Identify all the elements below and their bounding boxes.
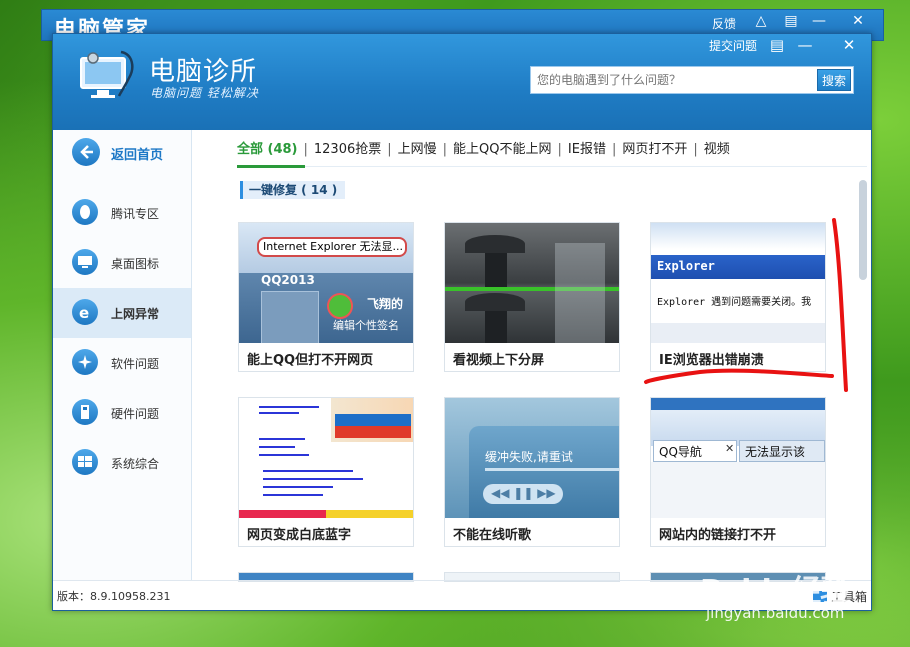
thumb-text: 无法显示该 [745, 445, 806, 459]
card-thumbnail: QQ导航 ✕ 无法显示该 [651, 398, 825, 518]
qq-penguin-icon [72, 199, 98, 225]
clinic-window: 电脑诊所 电脑问题 轻松解决 提交问题 ▤ — ✕ 搜索 返回首页 腾讯专区 [52, 33, 872, 611]
thumb-text: 缓冲失败,请重试 [485, 450, 573, 464]
sidebar-item-desktop-icons[interactable]: 桌面图标 [53, 238, 191, 288]
minimize-icon[interactable]: — [806, 13, 832, 29]
card-caption: IE浏览器出错崩溃 [659, 353, 764, 368]
feedback-link[interactable]: 反馈 [712, 15, 736, 32]
menu-icon[interactable]: ▤ [765, 36, 789, 54]
sidebar-item-label: 桌面图标 [111, 257, 160, 271]
search-button[interactable]: 搜索 [817, 69, 851, 91]
category-tabs: 全部 (48) | 12306抢票 | 上网慢 | 能上QQ不能上网 | IE报错 | 网页打不开 |… [237, 138, 730, 158]
thumb-text: Explorer 遇到问题需要关闭。我 [657, 297, 812, 308]
sidebar-item-system[interactable]: 系统综合 [53, 438, 191, 488]
fix-card-qq-no-web[interactable]: Internet Explorer 无法显... QQ2013 飞翔的 编辑个性… [238, 222, 414, 372]
app-title: 电脑诊所 [149, 57, 258, 87]
sidebar: 返回首页 腾讯专区 桌面图标 e 上网异常 软件问题 硬件问题 系统综合 [53, 130, 192, 580]
thumb-text: QQ导航 [659, 445, 702, 459]
close-icon[interactable]: ✕ [845, 13, 871, 29]
card-thumbnail: 缓冲失败,请重试 ◀◀ ❚❚ ▶▶ [445, 398, 619, 518]
tshirt-icon[interactable]: △ [748, 13, 774, 29]
ie-icon: e [72, 299, 98, 325]
section-title: 一键修复 ( 14 ) [240, 181, 346, 199]
tab-page-not-open[interactable]: 网页打不开 [622, 138, 687, 157]
card-caption: 看视频上下分屏 [453, 353, 545, 368]
card-caption: 能上QQ但打不开网页 [247, 353, 374, 368]
card-caption: 不能在线听歌 [453, 528, 532, 543]
baidu-watermark-url: jingyan.baidu.com [706, 604, 845, 622]
submit-issue-link[interactable]: 提交问题 [709, 37, 757, 54]
sidebar-item-label: 上网异常 [111, 307, 160, 321]
tab-all[interactable]: 全部 (48) [237, 138, 298, 157]
thumb-text: QQ2013 [261, 273, 315, 287]
software-icon [72, 349, 98, 375]
thumb-text: 编辑个性签名 [333, 319, 399, 332]
card-caption: 网站内的链接打不开 [659, 528, 777, 543]
search-input[interactable] [531, 67, 815, 93]
fix-card-ie-crash[interactable]: Explorer Explorer 遇到问题需要关闭。我 IE浏览器出错崩溃 [650, 222, 826, 372]
sidebar-item-tencent[interactable]: 腾讯专区 [53, 188, 191, 238]
thumb-text: Explorer [657, 259, 715, 273]
fix-card-online-music[interactable]: 缓冲失败,请重试 ◀◀ ❚❚ ▶▶ 不能在线听歌 [444, 397, 620, 547]
thumb-text: 飞翔的 [367, 297, 404, 311]
sidebar-item-label: 系统综合 [111, 457, 160, 471]
version-label: 版本：8.9.10958.231 [57, 590, 171, 603]
card-thumbnail: Internet Explorer 无法显... QQ2013 飞翔的 编辑个性… [239, 223, 413, 343]
back-home-button[interactable]: 返回首页 [53, 130, 191, 180]
menu-icon[interactable]: ▤ [778, 13, 804, 29]
card-thumbnail [239, 398, 413, 518]
tab-underline [237, 165, 867, 168]
sidebar-item-hardware[interactable]: 硬件问题 [53, 388, 191, 438]
tab-12306[interactable]: 12306抢票 [314, 138, 381, 157]
close-icon[interactable]: ✕ [837, 36, 861, 54]
card-thumbnail: Explorer Explorer 遇到问题需要关闭。我 [651, 223, 825, 343]
sidebar-item-label: 软件问题 [111, 357, 160, 371]
tab-ie-error[interactable]: IE报错 [568, 138, 606, 157]
card-thumbnail [445, 223, 619, 343]
tab-slow-internet[interactable]: 上网慢 [398, 138, 437, 157]
back-home-label: 返回首页 [111, 148, 164, 163]
thumb-text: Internet Explorer 无法显... [257, 237, 407, 257]
minimize-icon[interactable]: — [793, 36, 817, 54]
fix-card-split-video[interactable]: 看视频上下分屏 [444, 222, 620, 372]
monitor-icon [72, 249, 98, 275]
scrollbar-thumb[interactable] [859, 180, 867, 280]
window-header: 电脑诊所 电脑问题 轻松解决 提交问题 ▤ — ✕ 搜索 [53, 34, 871, 130]
svg-text:e: e [79, 304, 89, 321]
stethoscope-monitor-logo-icon [80, 50, 134, 98]
app-slogan: 电脑问题 轻松解决 [150, 86, 259, 100]
fix-card-links-not-open[interactable]: QQ导航 ✕ 无法显示该 网站内的链接打不开 [650, 397, 826, 547]
sidebar-item-network[interactable]: e 上网异常 [53, 288, 191, 338]
tab-video[interactable]: 视频 [704, 138, 730, 157]
sidebar-item-label: 腾讯专区 [111, 207, 160, 221]
close-icon: ✕ [725, 442, 735, 455]
tab-qq-no-internet[interactable]: 能上QQ不能上网 [453, 138, 551, 157]
card-caption: 网页变成白底蓝字 [247, 528, 352, 543]
search-box: 搜索 [530, 66, 854, 94]
sidebar-item-software[interactable]: 软件问题 [53, 338, 191, 388]
media-controls-icon: ◀◀ ❚❚ ▶▶ [491, 486, 556, 500]
hardware-icon [72, 399, 98, 425]
fix-card-white-blue-page[interactable]: 网页变成白底蓝字 [238, 397, 414, 547]
sidebar-item-label: 硬件问题 [111, 407, 160, 421]
windows-icon [72, 449, 98, 475]
back-arrow-icon [72, 138, 100, 166]
